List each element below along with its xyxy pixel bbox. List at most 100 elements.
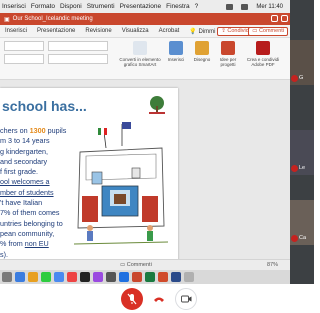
status-comments-button[interactable]: ▭ Commenti (120, 262, 152, 268)
text-line: m 3 to 14 years (0, 136, 50, 146)
design-ideas-icon (221, 41, 235, 55)
ribbon-tabs: Inserisci Presentazione Revisione Visual… (0, 25, 290, 38)
menu-item[interactable]: ? (195, 3, 199, 10)
school-drawing-image (73, 122, 169, 245)
search-icon[interactable] (271, 15, 278, 22)
share-label: Condividi (227, 28, 250, 34)
whatsapp-icon[interactable] (41, 272, 51, 282)
phone-hangup-icon (154, 297, 164, 302)
participant-tile[interactable]: Le (290, 130, 314, 175)
finder-icon[interactable] (2, 272, 12, 282)
smartart-label: Converti in elemento grafico SmartArt (119, 57, 161, 67)
pdf-label: Crea e condividi Adobe PDF (246, 57, 280, 67)
comments-label: Commenti (258, 28, 284, 34)
wifi-icon[interactable] (226, 3, 234, 10)
mic-muted-indicator (291, 235, 298, 242)
non-eu-link: non EU (24, 239, 49, 249)
mic-mute-button[interactable] (121, 288, 143, 310)
status-comments-label: Commenti (126, 262, 152, 268)
mic-off-icon (127, 293, 137, 305)
zoom-level[interactable]: 87% (267, 262, 278, 268)
text-line: untries belonging to (0, 218, 63, 228)
format-box[interactable] (4, 54, 44, 64)
screen: Inserisci Formato Disponi Strumenti Pres… (0, 0, 314, 313)
camera-icon (180, 295, 191, 303)
trash-icon[interactable] (184, 272, 194, 282)
smartart-icon (133, 41, 147, 55)
participant-name: Le (299, 165, 306, 171)
tab-revisione[interactable]: Revisione (80, 28, 116, 34)
podcasts-icon[interactable] (93, 272, 103, 282)
text-line: g kindergarten, (0, 146, 48, 156)
slide[interactable]: school has... chers on 1300 pupils m 3 t… (0, 88, 178, 264)
paragraph-controls[interactable] (48, 41, 108, 64)
ideas-label: Idee per progetti (219, 57, 237, 67)
settings-icon[interactable] (106, 272, 116, 282)
menu-item[interactable]: Finestra (166, 3, 189, 10)
mic-muted-indicator (291, 165, 298, 172)
participant-name: G (299, 75, 304, 81)
hang-up-button[interactable] (148, 288, 170, 310)
word-icon[interactable] (119, 272, 129, 282)
insert-button[interactable]: Inserisci (166, 41, 186, 62)
school-logo (149, 96, 165, 114)
pupil-count: 1300 (29, 126, 46, 135)
adobe-pdf-button[interactable]: Crea e condividi Adobe PDF (246, 41, 280, 67)
text-line: f first grade. (0, 167, 38, 177)
battery-icon[interactable] (241, 3, 249, 10)
menu-item[interactable]: Strumenti (87, 3, 115, 10)
participant-name: Ca (299, 235, 307, 241)
tab-acrobat[interactable]: Acrobat (154, 28, 185, 34)
draw-label: Disegno (193, 57, 211, 62)
menu-item[interactable]: Inserisci (2, 3, 26, 10)
text-line: 7% of them comes (0, 208, 60, 218)
font-controls[interactable] (4, 41, 44, 64)
text-line: 't have Italian (0, 198, 43, 208)
photoshop-icon[interactable] (171, 272, 181, 282)
save-icon[interactable]: ▣ (4, 16, 10, 23)
clock[interactable]: Mer 11:40 (256, 4, 283, 10)
tab-dimmi[interactable]: 💡 Dimmi (184, 28, 220, 35)
dock (0, 270, 290, 284)
pen-icon (195, 41, 209, 55)
font-box[interactable] (4, 41, 44, 51)
slide-canvas: school has... chers on 1300 pupils m 3 t… (0, 80, 290, 272)
slide-body-text[interactable]: chers on 1300 pupils m 3 to 14 years g k… (0, 126, 70, 260)
slide-title[interactable]: school has... (2, 98, 87, 114)
app-store-icon[interactable] (54, 272, 64, 282)
chrome-icon[interactable] (158, 272, 168, 282)
tab-dimmi-label: Dimmi (198, 28, 216, 35)
adobe-pdf-icon (256, 41, 270, 55)
participant-tile[interactable]: G (290, 40, 314, 85)
text-line: mber of students (0, 187, 54, 197)
menu-item[interactable]: Formato (31, 3, 55, 10)
draw-button[interactable]: Disegno (192, 41, 212, 62)
text-line: and secondary (0, 156, 48, 166)
safari-icon[interactable] (15, 272, 25, 282)
shapes-icon (169, 41, 183, 55)
participant-tile[interactable]: Ca (290, 200, 314, 245)
ribbon-toolbar: Converti in elemento grafico SmartArt In… (0, 38, 290, 80)
account-icon[interactable] (281, 15, 288, 22)
terminal-icon[interactable] (80, 272, 90, 282)
mic-muted-indicator (291, 75, 298, 82)
status-icons: Mer 11:40 (226, 0, 288, 13)
photos-icon[interactable] (28, 272, 38, 282)
menu-item[interactable]: Disponi (60, 3, 82, 10)
text-line: % from (0, 239, 25, 249)
menu-item[interactable]: Presentazione (120, 3, 162, 10)
align-box[interactable] (48, 54, 108, 64)
design-ideas-button[interactable]: Idee per progetti (216, 41, 240, 67)
excel-icon[interactable] (145, 272, 155, 282)
tab-inserisci[interactable]: Inserisci (0, 28, 32, 34)
tab-presentazione[interactable]: Presentazione (32, 28, 80, 34)
tab-visualizza[interactable]: Visualizza (117, 28, 154, 34)
text-line: chers on (0, 126, 30, 135)
comments-button[interactable]: ▭ Commenti (248, 27, 288, 36)
powerpoint-icon[interactable] (132, 272, 142, 282)
paragraph-box[interactable] (48, 41, 108, 51)
smartart-button[interactable]: Converti in elemento grafico SmartArt (116, 41, 164, 67)
music-icon[interactable] (67, 272, 77, 282)
meet-control-bar (0, 284, 314, 313)
camera-button[interactable] (175, 288, 197, 310)
